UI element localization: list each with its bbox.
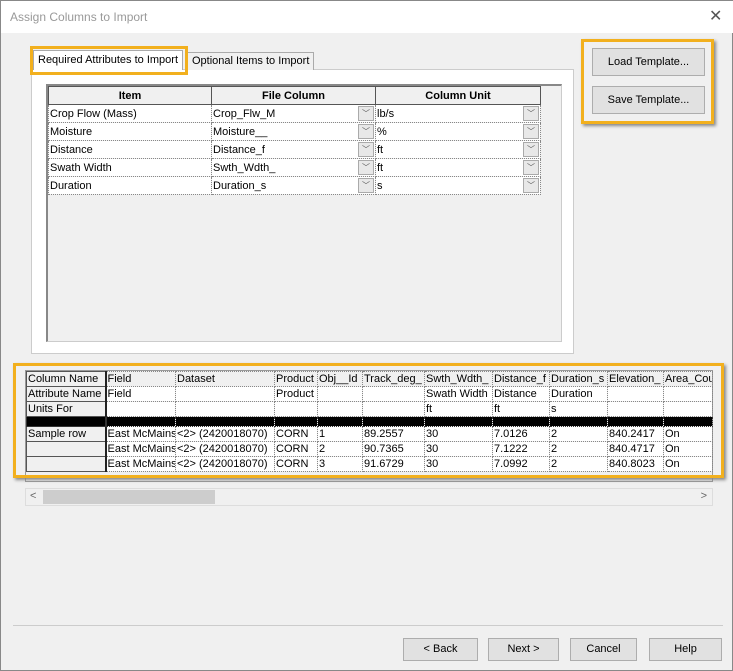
chevron-down-icon[interactable]: ﹀	[358, 178, 374, 193]
unit-dropdown[interactable]: lb/s ﹀	[375, 104, 541, 123]
cell-text: Duration	[50, 179, 92, 192]
cell-text: s	[377, 179, 383, 192]
scroll-right-icon[interactable]: >	[701, 490, 707, 502]
chevron-down-icon[interactable]: ﹀	[358, 160, 374, 175]
unit-dropdown[interactable]: s ﹀	[375, 176, 541, 195]
cell-text: Swth_Wdth_	[213, 161, 276, 174]
chevron-down-icon[interactable]: ﹀	[523, 106, 539, 121]
header-column-unit: Column Unit	[375, 86, 541, 105]
item-cell: Moisture	[48, 122, 212, 141]
file-column-dropdown[interactable]: Distance_f ﹀	[211, 140, 376, 159]
back-button[interactable]: < Back	[403, 638, 478, 661]
scroll-left-icon[interactable]: <	[30, 490, 36, 502]
load-template-button[interactable]: Load Template...	[592, 48, 705, 76]
cell-text: %	[377, 125, 387, 138]
header-file-column: File Column	[211, 86, 376, 105]
cancel-button[interactable]: Cancel	[570, 638, 637, 661]
file-column-dropdown[interactable]: Swth_Wdth_ ﹀	[211, 158, 376, 177]
table-row: Duration Duration_s ﹀ s ﹀	[48, 176, 541, 195]
cell-text: Distance	[50, 143, 93, 156]
unit-dropdown[interactable]: ft ﹀	[375, 140, 541, 159]
scroll-thumb[interactable]	[43, 490, 215, 504]
help-button[interactable]: Help	[649, 638, 722, 661]
cell-text: lb/s	[377, 107, 395, 120]
save-template-button[interactable]: Save Template...	[592, 86, 705, 114]
cell-text: ft	[377, 143, 384, 156]
chevron-down-icon[interactable]: ﹀	[523, 124, 539, 139]
cell-text: ft	[377, 161, 384, 174]
file-column-dropdown[interactable]: Crop_Flw_M ﹀	[211, 104, 376, 123]
window-title: Assign Columns to Import	[10, 10, 148, 24]
cell-text: Crop Flow (Mass)	[50, 107, 137, 120]
preview-highlight	[13, 363, 724, 478]
horizontal-scrollbar[interactable]: < >	[25, 488, 713, 506]
header-item: Item	[48, 86, 212, 105]
item-cell: Crop Flow (Mass)	[48, 104, 212, 123]
cell-text: Distance_f	[213, 143, 265, 156]
file-column-dropdown[interactable]: Moisture__ ﹀	[211, 122, 376, 141]
table-row: Distance Distance_f ﹀ ft ﹀	[48, 140, 541, 159]
table-row: Swath Width Swth_Wdth_ ﹀ ft ﹀	[48, 158, 541, 177]
cell-text: Swath Width	[50, 161, 112, 174]
table-row: Moisture Moisture__ ﹀% ﹀	[48, 122, 541, 141]
next-button[interactable]: Next >	[488, 638, 559, 661]
unit-dropdown[interactable]: % ﹀	[375, 122, 541, 141]
cell-text: Moisture	[50, 125, 93, 138]
divider	[13, 625, 723, 626]
highlight-box	[30, 46, 188, 75]
unit-dropdown[interactable]: ft ﹀	[375, 158, 541, 177]
chevron-down-icon[interactable]: ﹀	[358, 142, 374, 157]
file-column-dropdown[interactable]: Duration_s ﹀	[211, 176, 376, 195]
tab-optional-items[interactable]: Optional Items to Import	[187, 52, 315, 70]
item-cell: Duration	[48, 176, 212, 195]
chevron-down-icon[interactable]: ﹀	[358, 106, 374, 121]
close-icon[interactable]: ✕	[709, 6, 722, 26]
item-cell: Distance	[48, 140, 212, 159]
cell-text: Duration_s	[213, 179, 267, 192]
chevron-down-icon[interactable]: ﹀	[358, 124, 374, 139]
chevron-down-icon[interactable]: ﹀	[523, 160, 539, 175]
table-row: Crop Flow (Mass) Crop_Flw_M ﹀ lb/s ﹀	[48, 104, 541, 123]
chevron-down-icon[interactable]: ﹀	[523, 142, 539, 157]
item-cell: Swath Width	[48, 158, 212, 177]
cell-text: Crop_Flw_M	[213, 107, 276, 120]
chevron-down-icon[interactable]: ﹀	[523, 178, 539, 193]
cell-text: Moisture__	[213, 125, 268, 138]
required-attributes-grid: Item File Column Column Unit Crop Flow (Ma…	[46, 84, 562, 342]
